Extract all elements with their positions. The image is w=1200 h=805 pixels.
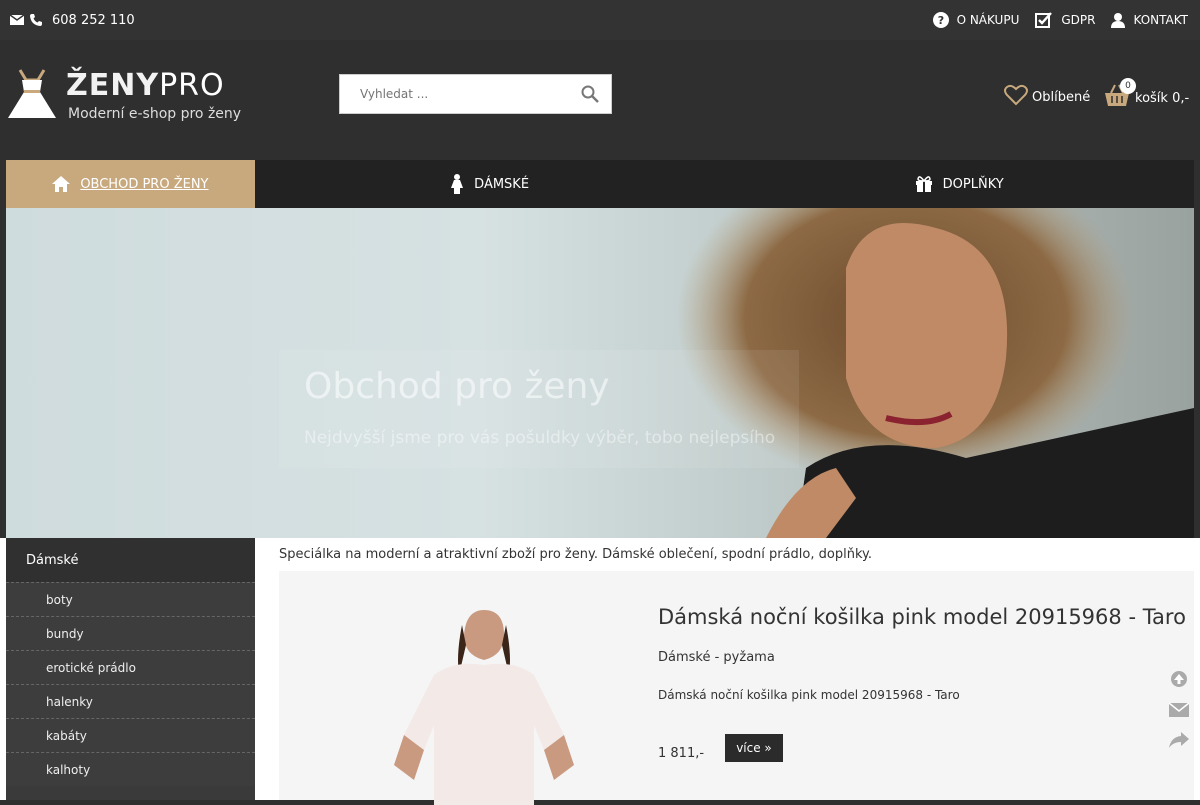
top-link-o-nakupu[interactable]: ? O NÁKUPU (932, 12, 1020, 28)
nav-item-obchod-pro-zeny[interactable]: OBCHOD PRO ŽENY (6, 160, 255, 208)
hero-banner: Obchod pro ženy Nejdvyšší jsme pro vás p… (6, 208, 1194, 538)
cart-label: košík 0,- (1135, 90, 1190, 106)
product-image[interactable] (374, 605, 594, 805)
favorites-label: Oblíbené (1032, 89, 1091, 105)
content-area: Dámské boty bundy erotické prádlo halenk… (0, 538, 1200, 805)
product-title[interactable]: Dámská noční košilka pink model 20915968… (658, 605, 1186, 629)
search-box (339, 74, 612, 114)
top-link-gdpr[interactable]: GDPR (1035, 12, 1095, 28)
heart-icon (1004, 84, 1028, 106)
user-icon (1111, 12, 1126, 28)
site-header: ŽENYPRO Moderní e-shop pro ženy Oblíbené… (0, 40, 1200, 160)
cart-link[interactable]: 0 košík 0,- (1103, 78, 1190, 108)
main-navigation: OBCHOD PRO ŽENY DÁMSKÉ DOPLŇKY (6, 160, 1194, 208)
category-sidebar: Dámské boty bundy erotické prádlo halenk… (6, 538, 255, 800)
home-icon (52, 176, 71, 192)
hero-subtitle: Nejdvyšší jsme pro vás pošuldky výběr, t… (304, 428, 776, 448)
logo-main: ŽENY (66, 68, 160, 103)
product-category[interactable]: Dámské - pyžama (658, 650, 775, 665)
logo-subtitle: Moderní e-shop pro ženy (68, 106, 242, 122)
sidebar-item-kabaty[interactable]: kabáty (6, 718, 255, 752)
gift-icon (915, 176, 933, 192)
dress-logo-icon (8, 69, 56, 118)
side-tools (1169, 670, 1189, 748)
sidebar-item-halenky[interactable]: halenky (6, 684, 255, 718)
product-price: 1 811,- (658, 746, 705, 761)
woman-icon (450, 174, 464, 194)
favorites-link[interactable]: Oblíbené (1004, 84, 1090, 106)
main-content: Speciálka na moderní a atraktivní zboží … (279, 538, 1194, 805)
cart-count-badge: 0 (1120, 78, 1136, 94)
check-square-icon (1035, 12, 1053, 28)
sidebar-item-eroticke-pradlo[interactable]: erotické prádlo (6, 650, 255, 684)
more-button[interactable]: více » (725, 734, 783, 762)
top-link-label: KONTAKT (1133, 13, 1188, 27)
search-icon (581, 85, 599, 103)
search-button[interactable] (570, 75, 610, 113)
logo-title: ŽENYPRO (66, 68, 241, 104)
logo-text: ŽENYPRO Moderní e-shop pro ženy (66, 68, 241, 122)
nav-item-label: DÁMSKÉ (474, 176, 530, 192)
nav-item-damske[interactable]: DÁMSKÉ (255, 160, 725, 208)
svg-text:?: ? (937, 14, 943, 27)
search-input[interactable] (340, 75, 570, 113)
sidebar-item-kalhoty[interactable]: kalhoty (6, 752, 255, 786)
top-link-label: GDPR (1061, 13, 1096, 27)
product-card: Dámská noční košilka pink model 20915968… (279, 571, 1194, 805)
top-links: ? O NÁKUPU GDPR KONTAKT (932, 12, 1188, 28)
share-icon[interactable] (1169, 732, 1189, 748)
logo-pro: PRO (159, 68, 225, 103)
phone-number[interactable]: 608 252 110 (52, 13, 135, 28)
intro-text: Speciálka na moderní a atraktivní zboží … (279, 547, 872, 562)
nav-item-label: OBCHOD PRO ŽENY (80, 176, 209, 192)
phone-icon (30, 14, 42, 26)
logo[interactable]: ŽENYPRO Moderní e-shop pro ženy (6, 68, 241, 122)
arrow-up-circle-icon[interactable] (1169, 670, 1189, 688)
top-link-kontakt[interactable]: KONTAKT (1111, 12, 1188, 28)
nav-item-label: DOPLŇKY (942, 176, 1004, 192)
nav-item-doplnky[interactable]: DOPLŇKY (724, 160, 1194, 208)
top-link-label: O NÁKUPU (956, 13, 1020, 27)
envelope-icon[interactable] (10, 14, 24, 26)
contact-info: 608 252 110 (10, 13, 135, 28)
top-bar: 608 252 110 ? O NÁKUPU GDPR KONTAKT (0, 0, 1200, 40)
sidebar-item-bundy[interactable]: bundy (6, 616, 255, 650)
sidebar-item-boty[interactable]: boty (6, 582, 255, 616)
sidebar-heading[interactable]: Dámské (6, 538, 255, 582)
hero-title: Obchod pro ženy (304, 366, 610, 407)
question-circle-icon: ? (932, 12, 949, 28)
product-description: Dámská noční košilka pink model 20915968… (658, 688, 960, 702)
envelope-icon[interactable] (1169, 702, 1189, 718)
